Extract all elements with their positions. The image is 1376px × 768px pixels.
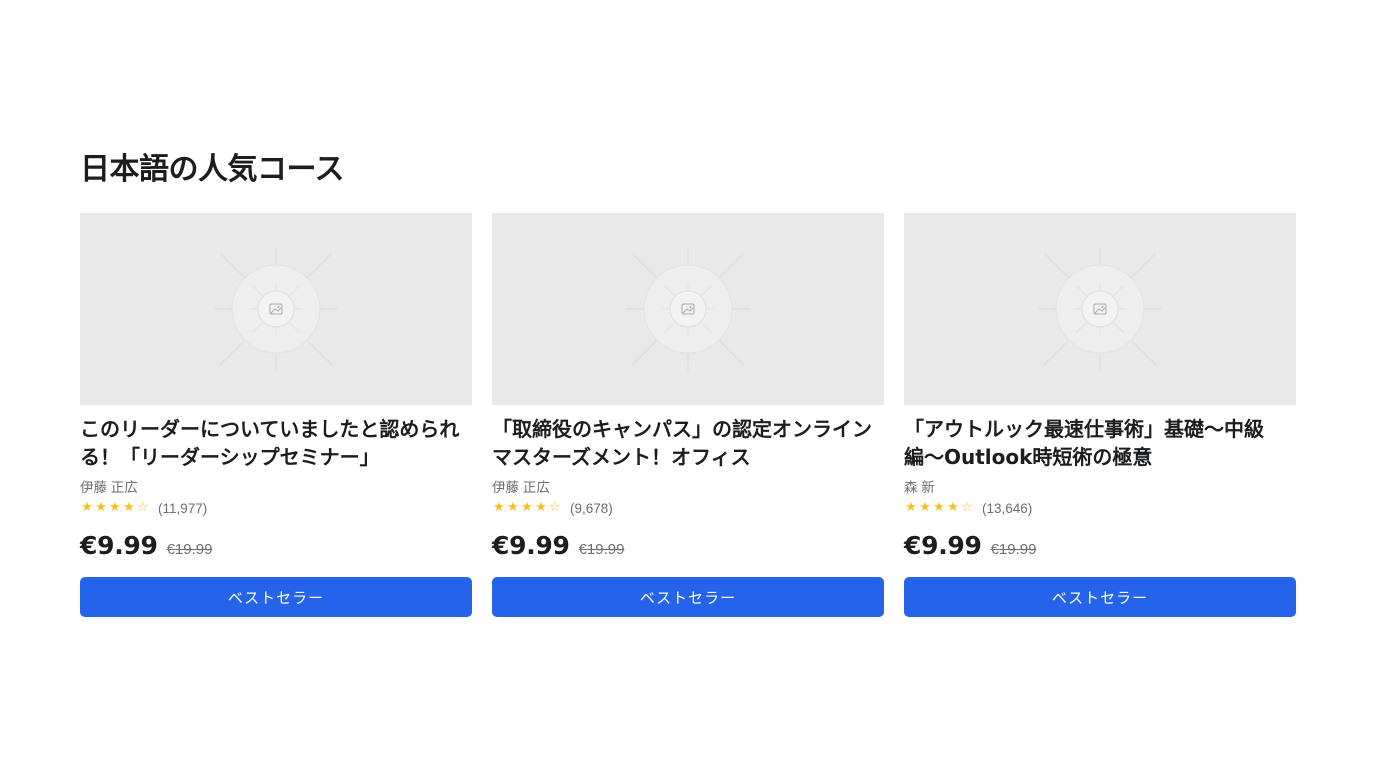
star-filled-icon: ★: [933, 500, 945, 515]
current-price: €9.99: [492, 531, 570, 560]
star-filled-icon: ★: [919, 500, 931, 515]
course-title[interactable]: 「取締役のキャンパス」の認定オンラインマスターズメント！オフィス: [492, 415, 884, 471]
course-grid: このリーダーについていましたと認められる！「リーダーシップセミナー」 伊藤 正広…: [80, 213, 1296, 617]
star-rating: ★ ★ ★ ★ ☆: [492, 500, 562, 516]
course-title[interactable]: 「アウトルック最速仕事術」基礎〜中級編〜Outlook時短術の極意: [904, 415, 1296, 471]
star-filled-icon: ★: [123, 500, 135, 515]
star-filled-icon: ★: [905, 500, 917, 515]
star-rating: ★ ★ ★ ★ ☆: [904, 500, 974, 516]
star-filled-icon: ★: [493, 500, 505, 515]
star-filled-icon: ★: [95, 500, 107, 515]
rating-row: ★ ★ ★ ★ ☆ (9,678): [492, 500, 884, 516]
current-price: €9.99: [80, 531, 158, 560]
original-price: €19.99: [578, 541, 625, 558]
star-filled-icon: ★: [109, 500, 121, 515]
course-card[interactable]: このリーダーについていましたと認められる！「リーダーシップセミナー」 伊藤 正広…: [80, 213, 472, 617]
price-row: €9.99 €19.99: [492, 531, 884, 561]
current-price: €9.99: [904, 531, 982, 560]
rating-row: ★ ★ ★ ★ ☆ (13,646): [904, 500, 1296, 516]
review-count: (9,678): [570, 500, 613, 516]
thumbnail-placeholder-graphic: [626, 247, 750, 371]
course-title[interactable]: このリーダーについていましたと認められる！「リーダーシップセミナー」: [80, 415, 472, 471]
star-empty-icon: ☆: [961, 500, 973, 515]
star-empty-icon: ☆: [549, 500, 561, 515]
star-filled-icon: ★: [947, 500, 959, 515]
course-thumbnail[interactable]: [492, 213, 884, 405]
course-card[interactable]: 「取締役のキャンパス」の認定オンラインマスターズメント！オフィス 伊藤 正広 ★…: [492, 213, 884, 617]
instructor-name: 森 新: [904, 480, 935, 495]
price-row: €9.99 €19.99: [904, 531, 1296, 561]
bestseller-button[interactable]: ベストセラー: [80, 577, 472, 617]
rating-row: ★ ★ ★ ★ ☆ (11,977): [80, 500, 472, 516]
price-row: €9.99 €19.99: [80, 531, 472, 561]
thumbnail-placeholder-graphic: [1038, 247, 1162, 371]
bestseller-button[interactable]: ベストセラー: [492, 577, 884, 617]
bestseller-button[interactable]: ベストセラー: [904, 577, 1296, 617]
popular-courses-section: 日本語の人気コース このリーダーについていましたと認められる！「リーダーシップセ…: [80, 148, 1296, 617]
instructor-name: 伊藤 正広: [80, 480, 138, 495]
course-thumbnail[interactable]: [80, 213, 472, 405]
original-price: €19.99: [990, 541, 1037, 558]
instructor-name: 伊藤 正広: [492, 480, 550, 495]
review-count: (11,977): [158, 500, 208, 516]
review-count: (13,646): [982, 500, 1033, 516]
star-filled-icon: ★: [521, 500, 533, 515]
course-thumbnail[interactable]: [904, 213, 1296, 405]
original-price: €19.99: [166, 541, 213, 558]
star-empty-icon: ☆: [137, 500, 149, 515]
star-filled-icon: ★: [535, 500, 547, 515]
thumbnail-placeholder-graphic: [214, 247, 338, 371]
section-title: 日本語の人気コース: [80, 152, 345, 187]
star-rating: ★ ★ ★ ★ ☆: [80, 500, 150, 516]
course-card[interactable]: 「アウトルック最速仕事術」基礎〜中級編〜Outlook時短術の極意 森 新 ★ ★…: [904, 213, 1296, 617]
star-filled-icon: ★: [507, 500, 519, 515]
star-filled-icon: ★: [81, 500, 93, 515]
